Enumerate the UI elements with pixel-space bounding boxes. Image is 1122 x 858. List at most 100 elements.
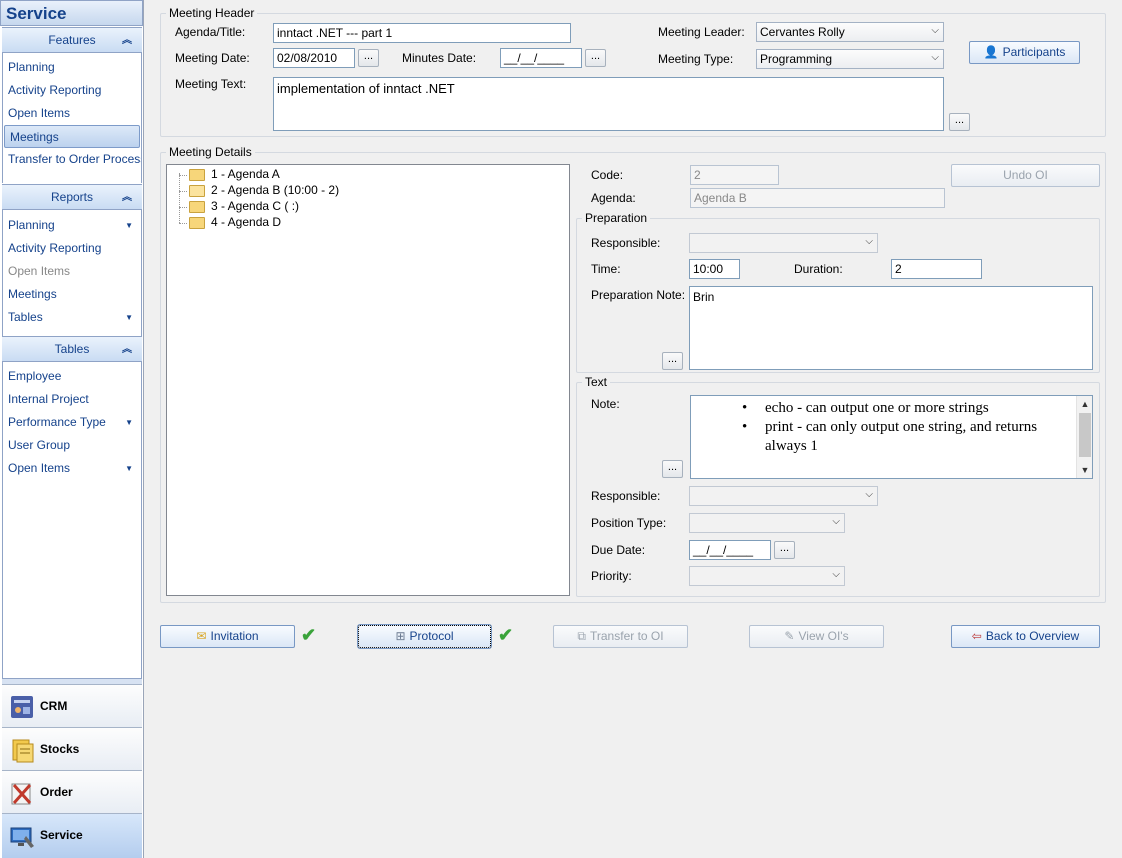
order-icon	[11, 783, 32, 805]
report-item-planning[interactable]: Planning ▼	[3, 214, 141, 237]
meeting-leader-value: Cervantes Rolly	[760, 25, 845, 39]
collapse-chevron-icon[interactable]: ︽	[122, 337, 132, 362]
table-item-employee[interactable]: Employee	[3, 365, 141, 388]
sidebar-item-meetings[interactable]: Meetings	[4, 125, 140, 148]
chevron-down-icon: ⌵	[931, 25, 939, 36]
invitation-check-icon: ✔	[301, 625, 317, 645]
note-rich-text[interactable]: • echo - can output one or more strings •…	[690, 395, 1093, 479]
dropdown-arrow-icon: ▼	[125, 418, 133, 427]
tree-node-label: 4 - Agenda D	[211, 215, 282, 229]
features-section-header[interactable]: Features ︽	[2, 27, 142, 53]
undo-oi-button: Undo OI	[951, 164, 1100, 187]
due-date-input[interactable]: __/__/____	[689, 540, 771, 560]
tree-node[interactable]: 2 - Agenda B (10:00 - 2)	[189, 182, 339, 198]
protocol-button[interactable]: ⊞ Protocol	[357, 624, 492, 649]
report-item-tables[interactable]: Tables ▼	[3, 306, 141, 329]
tree-node[interactable]: 4 - Agenda D	[189, 214, 281, 230]
sidebar-item-open-items[interactable]: Open Items	[3, 102, 141, 125]
document-edit-icon: ✎	[784, 629, 795, 643]
module-stocks-button[interactable]: Stocks	[2, 727, 142, 770]
minutes-date-input[interactable]: __/__/____	[500, 48, 582, 68]
text-responsible-label: Responsible:	[591, 489, 661, 503]
prep-note-area[interactable]: Brin	[689, 286, 1093, 370]
participants-button[interactable]: 👤 Participants	[969, 41, 1080, 64]
agenda-tree[interactable]: 1 - Agenda A 2 - Agenda B (10:00 - 2) 3 …	[166, 164, 570, 596]
minutes-date-picker-button[interactable]: ...	[585, 49, 606, 67]
meeting-date-picker-button[interactable]: ...	[358, 49, 379, 67]
transfer-to-oi-button: ⧉ Transfer to OI	[553, 625, 688, 648]
tree-node-label: 1 - Agenda A	[211, 167, 280, 181]
note-expand-button[interactable]: ...	[662, 460, 683, 478]
meeting-text-label: Meeting Text:	[175, 77, 247, 91]
reports-section-header[interactable]: Reports ︽	[2, 184, 142, 210]
invitation-button[interactable]: ✉ Invitation	[160, 625, 295, 648]
module-crm-button[interactable]: CRM	[2, 684, 142, 727]
chevron-down-icon: ⌵	[931, 52, 939, 63]
view-ois-button: ✎ View OI's	[749, 625, 884, 648]
protocol-label: Protocol	[409, 629, 454, 643]
table-item-user-group[interactable]: User Group	[3, 434, 141, 457]
due-date-label: Due Date:	[591, 543, 646, 557]
table-item-internal-project[interactable]: Internal Project	[3, 388, 141, 411]
report-item-activity-reporting[interactable]: Activity Reporting	[3, 237, 141, 260]
report-item-meetings[interactable]: Meetings	[3, 283, 141, 306]
prep-responsible-select[interactable]: ⌵	[689, 233, 878, 253]
reports-section-title: Reports	[50, 190, 94, 204]
transfer-label: Transfer to OI	[590, 629, 664, 643]
prep-time-input[interactable]: 10:00	[689, 259, 740, 279]
due-date-picker-button[interactable]: ...	[774, 541, 795, 559]
scroll-down-icon[interactable]: ▼	[1077, 462, 1092, 478]
sidebar-item-transfer-to-order-processing[interactable]: Transfer to Order Processing	[3, 148, 141, 171]
collapse-chevron-icon[interactable]: ︽	[122, 185, 132, 210]
prep-note-expand-button[interactable]: ...	[662, 352, 683, 370]
note-scrollbar[interactable]: ▲ ▼	[1076, 396, 1092, 478]
meeting-type-select[interactable]: Programming ⌵	[756, 49, 944, 69]
tree-node-label: 3 - Agenda C ( :)	[211, 199, 300, 213]
transfer-icon: ⧉	[577, 629, 586, 643]
table-item-label: Performance Type	[8, 415, 106, 429]
priority-label: Priority:	[591, 569, 632, 583]
sidebar-title: Service	[0, 0, 143, 26]
text-responsible-select[interactable]: ⌵	[689, 486, 878, 506]
back-to-overview-button[interactable]: ⇦ Back to Overview	[951, 625, 1100, 648]
invitation-label: Invitation	[210, 629, 259, 643]
agenda-title-input[interactable]: inntact .NET --- part 1	[273, 23, 571, 43]
module-order-button[interactable]: Order	[2, 770, 142, 813]
chevron-down-icon: ⌵	[832, 516, 840, 527]
meeting-date-input[interactable]: 02/08/2010	[273, 48, 355, 68]
dropdown-arrow-icon: ▼	[125, 464, 133, 473]
table-item-label: Open Items	[8, 461, 71, 475]
features-section-title: Features	[48, 33, 96, 47]
prep-duration-input[interactable]: 2	[891, 259, 982, 279]
module-label: CRM	[40, 699, 68, 713]
list-item: • echo - can output one or more strings	[742, 399, 1062, 418]
tree-node[interactable]: 3 - Agenda C ( :)	[189, 198, 299, 214]
minutes-date-label: Minutes Date:	[402, 51, 477, 65]
stocks-icon	[12, 739, 34, 763]
back-door-icon: ⇦	[971, 629, 982, 643]
tables-section-title: Tables	[54, 342, 90, 356]
position-type-select[interactable]: ⌵	[689, 513, 845, 533]
org-chart-icon: ⊞	[395, 629, 406, 643]
prep-responsible-label: Responsible:	[591, 236, 661, 250]
meeting-text-area[interactable]: implementation of inntact .NET	[273, 77, 944, 131]
scroll-thumb[interactable]	[1079, 413, 1091, 457]
tree-line	[179, 173, 180, 223]
meeting-text-expand-button[interactable]: ...	[949, 113, 970, 131]
back-label: Back to Overview	[985, 629, 1080, 643]
collapse-chevron-icon[interactable]: ︽	[122, 28, 132, 53]
sidebar-item-activity-reporting[interactable]: Activity Reporting	[3, 79, 141, 102]
meeting-details-legend: Meeting Details	[169, 145, 252, 159]
table-item-performance-type[interactable]: Performance Type ▼	[3, 411, 141, 434]
module-service-button[interactable]: Service	[2, 813, 142, 858]
agenda-label: Agenda:	[591, 191, 636, 205]
meeting-leader-select[interactable]: Cervantes Rolly ⌵	[756, 22, 944, 42]
table-item-open-items[interactable]: Open Items ▼	[3, 457, 141, 480]
sidebar-item-planning[interactable]: Planning	[3, 56, 141, 79]
priority-select[interactable]: ⌵	[689, 566, 845, 586]
tables-section-header[interactable]: Tables ︽	[2, 336, 142, 362]
meeting-leader-label: Meeting Leader:	[658, 25, 745, 39]
tree-node[interactable]: 1 - Agenda A	[189, 166, 280, 182]
scroll-up-icon[interactable]: ▲	[1077, 396, 1092, 412]
folder-icon	[189, 168, 205, 181]
